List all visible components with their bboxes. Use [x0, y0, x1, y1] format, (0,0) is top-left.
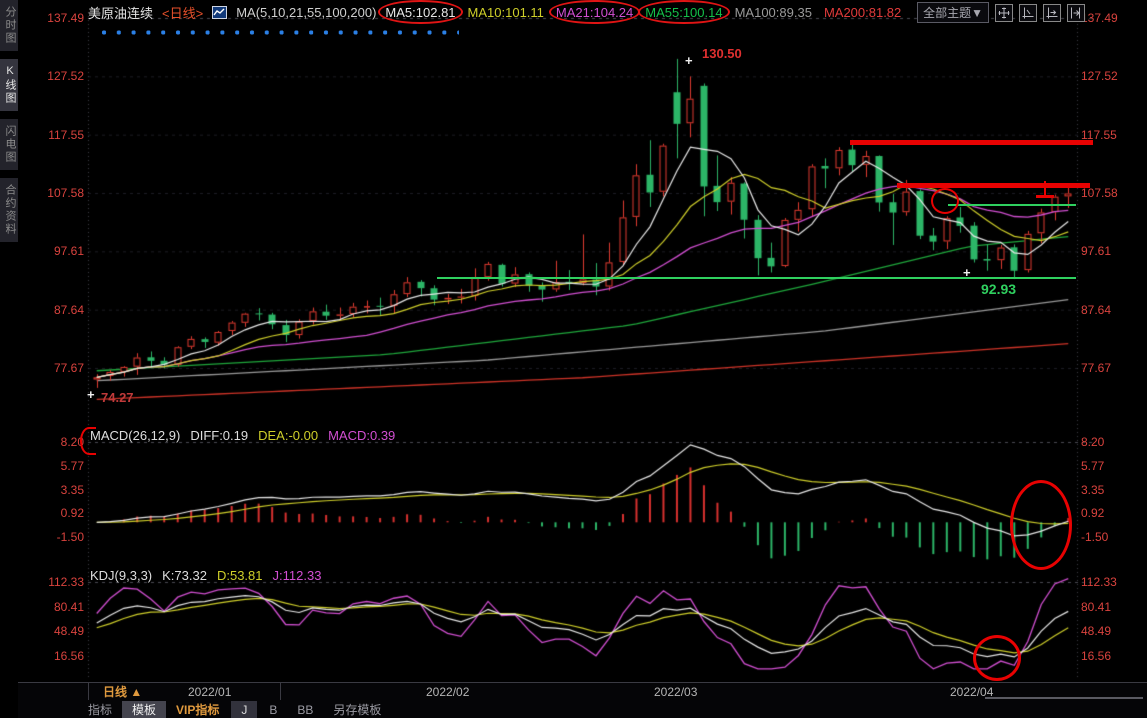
scrollbar-thumb[interactable]: [985, 697, 1143, 699]
ma-legend-item: MA200:81.82: [824, 5, 901, 20]
toolbar-item-5[interactable]: B: [259, 701, 287, 718]
axis-tick-label: 127.52: [1081, 69, 1143, 83]
indicator-toolbar: 指标模板VIP指标JBBB另存模板: [18, 701, 1147, 718]
time-axis-row: 日线 ▲ 2022/012022/022022/032022/04: [18, 682, 1147, 702]
toolbar-item-4[interactable]: J: [231, 701, 257, 718]
kdj-panel-title: KDJ(9,3,3) K:73.32 D:53.81 J:112.33: [90, 568, 321, 583]
axis-tick-label: 137.49: [1081, 11, 1143, 25]
top-right-controls: 全部主题▼: [917, 2, 1085, 23]
sidebar-tab-1[interactable]: 分时图: [0, 0, 18, 51]
axis-tick-label: 112.33: [18, 575, 84, 589]
chart-type-sidebar: 分时图 K线图闪电图合约资料: [0, 0, 18, 718]
axis-tick-label: 77.67: [1081, 361, 1143, 375]
red-ellipse-annotation: [549, 0, 640, 24]
pane-arrow-icon[interactable]: [1067, 4, 1085, 22]
ma-legend-item: MA10:101.11: [468, 5, 544, 20]
axes-layout-icon[interactable]: [1019, 4, 1037, 22]
d-value: D:53.81: [217, 568, 263, 583]
low-plus-marker: +: [963, 268, 971, 278]
kdj-cross-circle: [973, 635, 1021, 681]
toolbar-item-1[interactable]: 指标: [78, 701, 122, 718]
axis-tick-label: 16.56: [18, 649, 84, 663]
low-price-label: 92.93: [981, 281, 1016, 297]
start-low-plus-marker: +: [87, 390, 95, 400]
peak-plus-marker: +: [685, 56, 693, 66]
axis-tick-label: -1.50: [18, 530, 84, 544]
sidebar-tab-4[interactable]: 合约资料: [0, 178, 18, 242]
circle-annotation-ma: [931, 188, 959, 214]
axis-tick-label: 3.35: [18, 483, 84, 497]
blue-dotted-annotation: [101, 29, 459, 36]
diff-value: DIFF:0.19: [190, 428, 248, 443]
j-value: J:112.33: [273, 568, 322, 583]
axis-tick-label: 8.20: [18, 435, 84, 449]
toolbar-item-6[interactable]: BB: [287, 701, 323, 718]
resistance-line-2[interactable]: [897, 183, 1090, 188]
macd-panel-title: MACD(26,12,9) DIFF:0.19 DEA:-0.00 MACD:0…: [90, 428, 395, 443]
macd-value: MACD:0.39: [328, 428, 395, 443]
crosshair-icon[interactable]: [995, 4, 1013, 22]
ma-legend-item: MA55:100.14: [645, 5, 722, 20]
sidebar-tab-3[interactable]: 闪电图: [0, 119, 18, 170]
axis-tick-label: 137.49: [18, 11, 84, 25]
kline-icon[interactable]: [212, 6, 227, 19]
axis-tick-label: 8.20: [1081, 435, 1143, 449]
axis-tick-label: 48.49: [1081, 624, 1143, 638]
macd-cross-ellipse: [1010, 480, 1072, 570]
axis-tick-label: 0.92: [1081, 506, 1143, 520]
axis-tick-label: -1.50: [1081, 530, 1143, 544]
resistance-line-1[interactable]: [850, 140, 1093, 145]
red-ellipse-annotation: [378, 0, 462, 24]
toolbar-item-3[interactable]: VIP指标: [166, 701, 229, 718]
theme-dropdown[interactable]: 全部主题▼: [917, 2, 989, 23]
axis-tick-label: 77.67: [18, 361, 84, 375]
red-ellipse-annotation: [638, 0, 729, 24]
support-line-9293[interactable]: [437, 277, 1076, 279]
axis-tick-label: 97.61: [1081, 244, 1143, 258]
macd-params-label: MACD(26,12,9): [90, 428, 180, 443]
axis-tick-label: 112.33: [1081, 575, 1143, 589]
time-axis-label: 2022/03: [654, 685, 697, 699]
drawing-anchor-marker: [1036, 181, 1054, 199]
symbol-name: 美原油连续: [88, 3, 153, 22]
period-tag: <日线>: [162, 3, 203, 22]
kline-chart-window: 分时图 K线图闪电图合约资料 美原油连续 <日线> MA(5,10,21,55,1…: [0, 0, 1147, 718]
axis-tick-label: 48.49: [18, 624, 84, 638]
start-low-price-label: 74.27: [101, 390, 134, 405]
axis-tick-label: 16.56: [1081, 649, 1143, 663]
ma-legend-item: MA100:89.35: [735, 5, 812, 20]
toolbar-item-7[interactable]: 另存模板: [323, 701, 391, 718]
axis-tick-label: 87.64: [18, 303, 84, 317]
kdj-params-label: KDJ(9,3,3): [90, 568, 152, 583]
red-arc-annotation: [80, 427, 98, 455]
chart-header: 美原油连续 <日线> MA(5,10,21,55,100,200) MA5:10…: [88, 3, 901, 22]
axis-tick-label: 127.52: [18, 69, 84, 83]
sidebar-tab-2[interactable]: K线图: [0, 59, 18, 111]
axis-tick-label: 117.55: [18, 128, 84, 142]
ma-legend-item: MA21:104.24: [556, 5, 633, 20]
axis-tick-label: 107.58: [1081, 186, 1143, 200]
ma-group-label: MA(5,10,21,55,100,200): [236, 5, 376, 20]
time-axis-label: 2022/01: [188, 685, 231, 699]
peak-price-label: 130.50: [702, 46, 742, 61]
support-line-upper[interactable]: [948, 204, 1076, 206]
axis-tick-label: 87.64: [1081, 303, 1143, 317]
axis-tick-label: 80.41: [1081, 600, 1143, 614]
axis-tick-label: 80.41: [18, 600, 84, 614]
axis-tick-label: 0.92: [18, 506, 84, 520]
ma-legend: MA5:102.81 MA10:101.11 MA21:104.24 MA55:100…: [385, 5, 901, 20]
ma-legend-item: MA5:102.81: [385, 5, 455, 20]
axis-tick-label: 107.58: [18, 186, 84, 200]
axes-arrow-icon[interactable]: [1043, 4, 1061, 22]
axis-tick-label: 97.61: [18, 244, 84, 258]
k-value: K:73.32: [162, 568, 207, 583]
axis-tick-label: 3.35: [1081, 483, 1143, 497]
axis-tick-label: 5.77: [18, 459, 84, 473]
axis-tick-label: 5.77: [1081, 459, 1143, 473]
toolbar-item-2[interactable]: 模板: [122, 701, 166, 718]
time-axis-label: 2022/02: [426, 685, 469, 699]
dea-value: DEA:-0.00: [258, 428, 318, 443]
